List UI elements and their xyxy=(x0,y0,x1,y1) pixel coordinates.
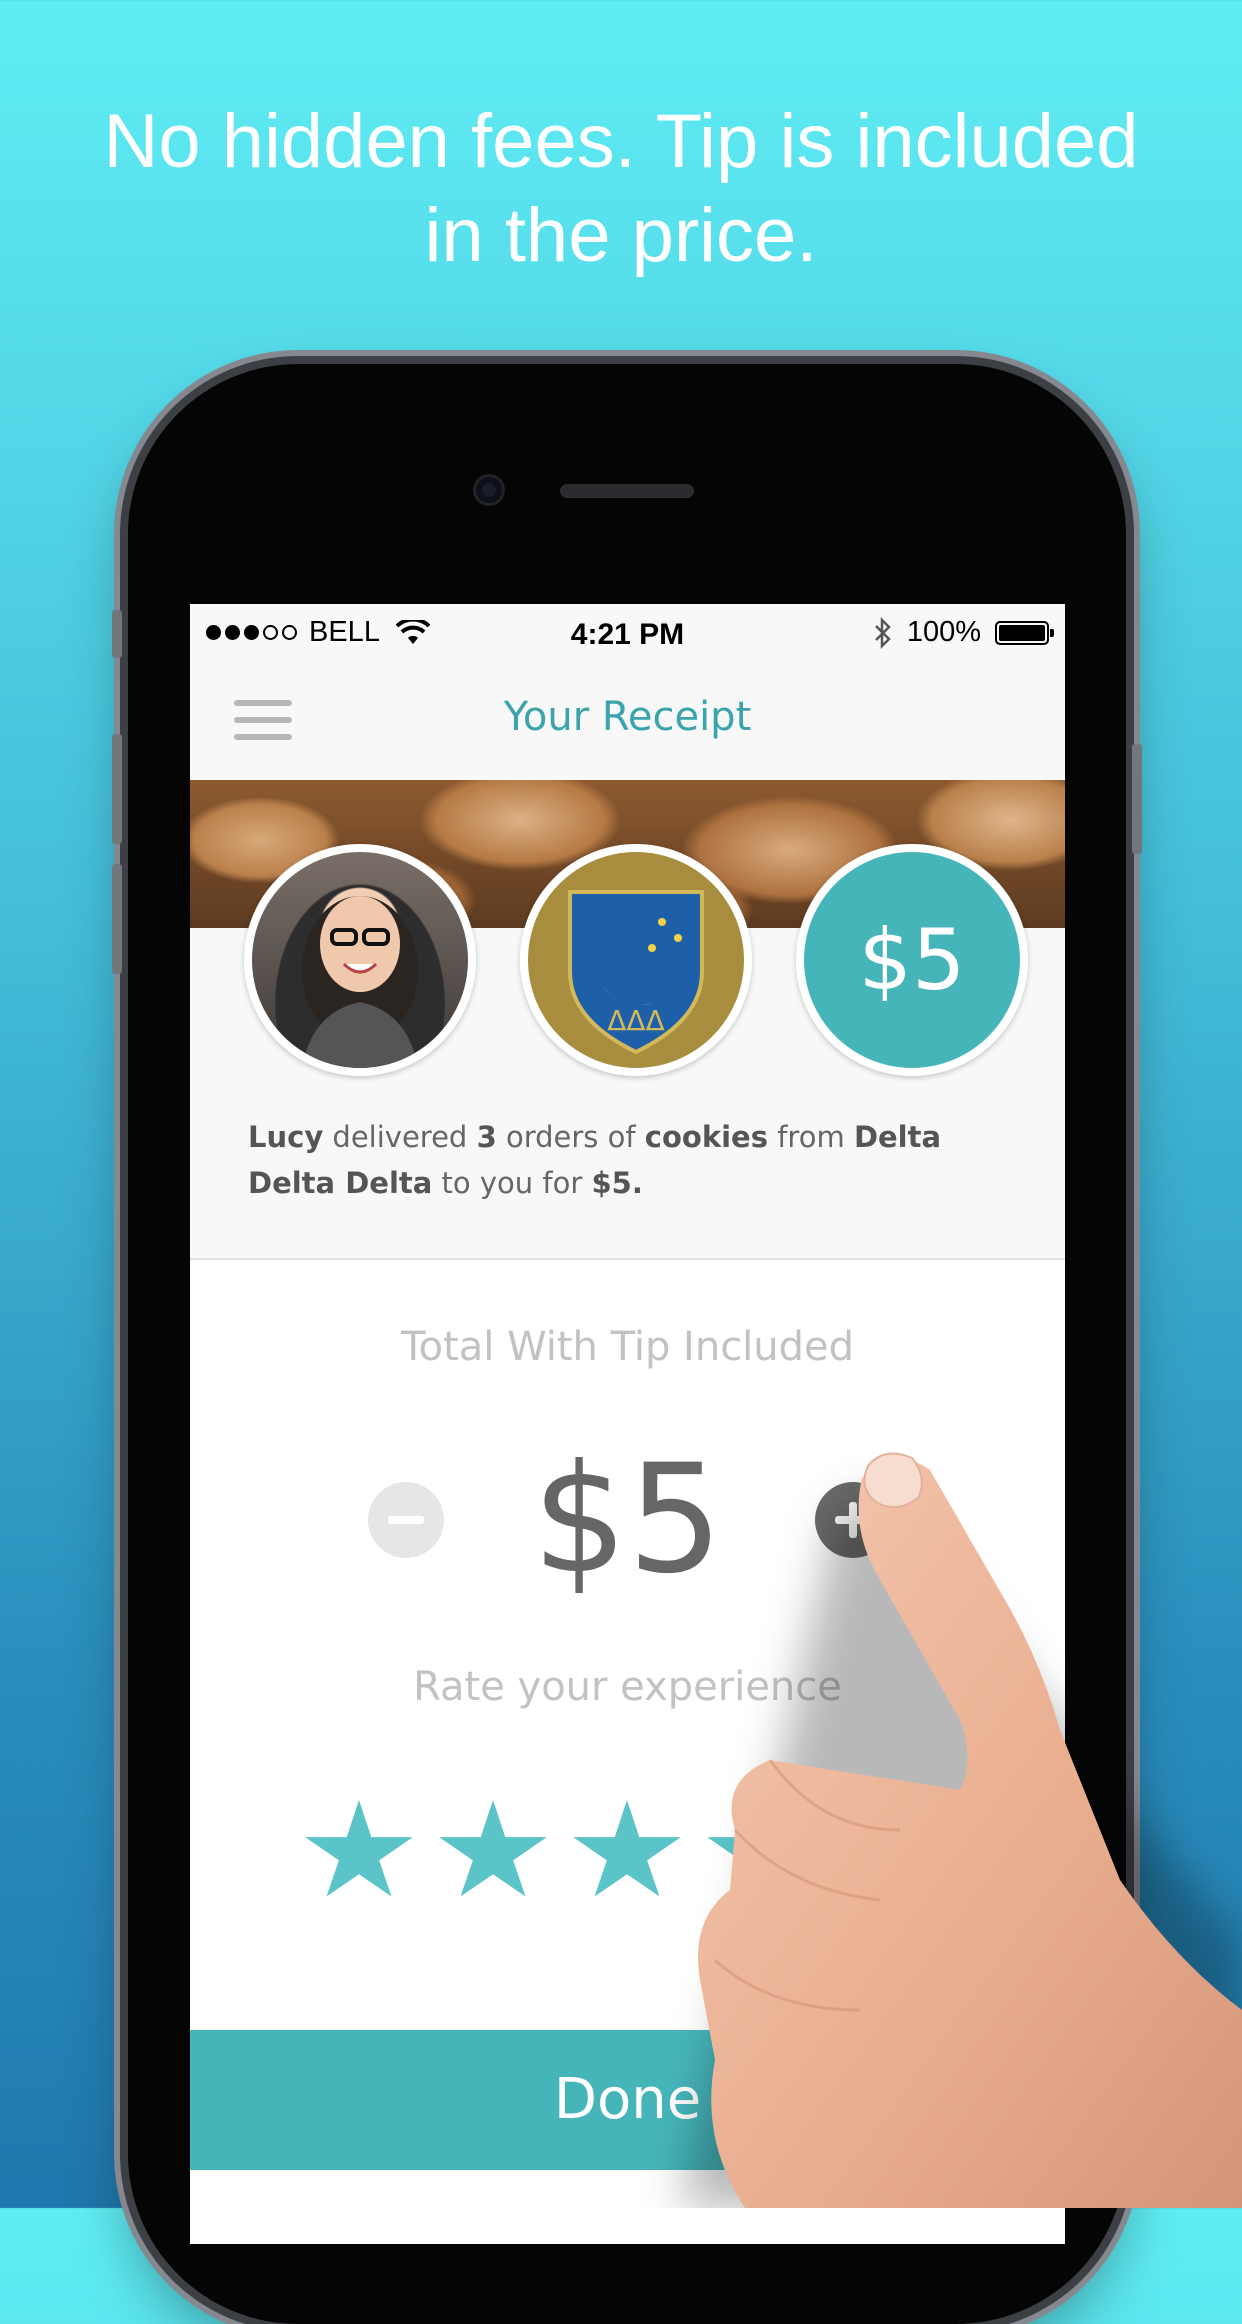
earpiece-speaker xyxy=(560,484,694,498)
status-bar: BELL 4:21 PM 100% xyxy=(190,604,1065,660)
summary-text-1: delivered xyxy=(323,1120,477,1154)
increase-tip-button[interactable] xyxy=(815,1482,891,1558)
navigation-bar: Your Receipt xyxy=(190,660,1065,780)
headline-line-1: No hidden fees. Tip is included xyxy=(103,99,1139,184)
crest-letters: ΔΔΔ xyxy=(607,1004,664,1037)
star-icon-4[interactable] xyxy=(707,1800,815,1897)
bluetooth-icon xyxy=(874,616,891,649)
battery-percent: 100% xyxy=(906,616,981,648)
marketing-headline: No hidden fees. Tip is included in the p… xyxy=(0,95,1242,283)
battery-icon xyxy=(995,620,1054,645)
summary-text-3: from xyxy=(768,1120,854,1154)
total-amount: $5 xyxy=(532,1433,723,1607)
summary-amount: $5. xyxy=(591,1166,643,1200)
star-icon-5[interactable] xyxy=(841,1800,949,1897)
avatar-photo xyxy=(252,852,468,1068)
price-badge: $5 xyxy=(796,844,1028,1076)
summary-count: 3 xyxy=(476,1120,497,1154)
crest-image: ΔΔΔ xyxy=(528,852,744,1068)
mute-switch xyxy=(112,610,122,658)
summary-item: cookies xyxy=(644,1120,768,1154)
price-badge-label: $5 xyxy=(804,852,1020,1068)
courier-avatar xyxy=(244,844,476,1076)
page-title: Your Receipt xyxy=(503,694,752,740)
app-screen: BELL 4:21 PM 100% Your Receipt ΔΔΔ $5 Lu… xyxy=(190,604,1065,2244)
headline-line-2: in the price. xyxy=(424,193,818,278)
star-rating xyxy=(303,1800,951,1906)
power-button xyxy=(1132,744,1142,854)
order-summary-text: Lucy delivered 3 orders of cookies from … xyxy=(248,1114,1028,1206)
star-icon-2[interactable] xyxy=(439,1800,547,1897)
organization-crest: ΔΔΔ xyxy=(520,844,752,1076)
summary-text-2: orders of xyxy=(496,1120,645,1154)
done-button[interactable]: Done xyxy=(190,2030,1065,2170)
volume-down-button xyxy=(112,864,122,974)
summary-courier: Lucy xyxy=(248,1120,324,1154)
rating-label: Rate your experience xyxy=(413,1664,842,1710)
total-label: Total With Tip Included xyxy=(400,1324,855,1370)
star-icon-3[interactable] xyxy=(573,1800,681,1897)
star-icon-1[interactable] xyxy=(305,1800,413,1897)
summary-text-4: to you for xyxy=(432,1166,592,1200)
volume-up-button xyxy=(112,734,122,844)
front-camera xyxy=(476,477,502,503)
